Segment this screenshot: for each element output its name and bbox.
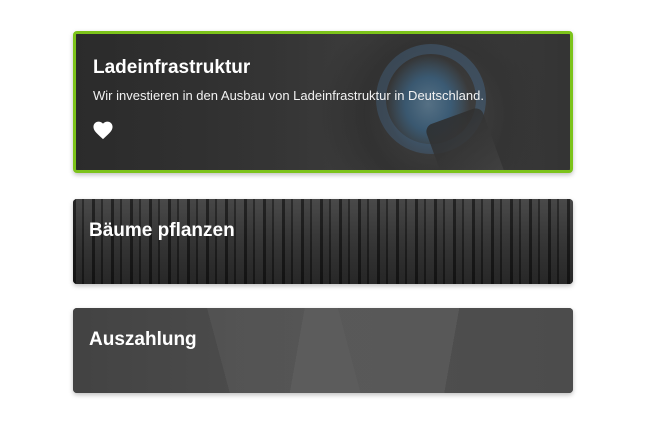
card-title: Bäume pflanzen xyxy=(89,220,235,241)
card-ladeinfrastruktur[interactable]: Ladeinfrastruktur Wir investieren in den… xyxy=(73,31,573,173)
card-title: Auszahlung xyxy=(89,329,197,350)
card-baeume-pflanzen[interactable]: Bäume pflanzen xyxy=(73,199,573,284)
card-title: Ladeinfrastruktur xyxy=(93,57,251,78)
heart-icon[interactable] xyxy=(92,120,114,140)
card-auszahlung[interactable]: Auszahlung xyxy=(73,308,573,393)
card-description: Wir investieren in den Ausbau von Ladein… xyxy=(93,88,484,103)
option-list: Ladeinfrastruktur Wir investieren in den… xyxy=(0,0,653,432)
